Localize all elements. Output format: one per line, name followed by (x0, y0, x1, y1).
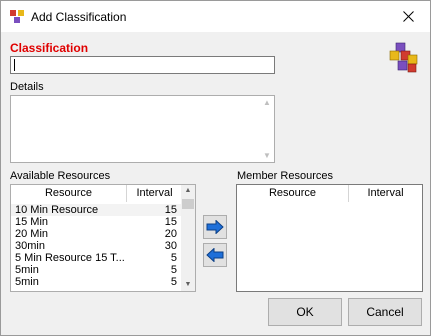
list-item[interactable]: 20 Min 20 (11, 228, 183, 240)
column-header-resource[interactable]: Resource (237, 185, 349, 202)
resource-name: 5min (15, 276, 39, 288)
scroll-up-icon: ▲ (263, 98, 271, 107)
resource-interval: 15 (164, 204, 177, 216)
resource-name: 30min (15, 240, 45, 252)
list-item[interactable]: 5min 5 (11, 264, 183, 276)
title-bar: Add Classification (1, 1, 430, 32)
list-item[interactable]: 15 Min 15 (11, 216, 183, 228)
resource-interval: 15 (164, 216, 177, 228)
add-classification-dialog: Add Classification Classification Detail… (0, 0, 431, 336)
list-item[interactable]: 10 Min Resource 15 (11, 204, 183, 216)
details-scrollbar[interactable]: ▲ ▼ (260, 96, 274, 162)
scroll-up-icon[interactable]: ▲ (181, 185, 195, 197)
app-cubes-icon (10, 10, 24, 23)
classification-input[interactable] (10, 56, 275, 74)
resource-interval: 30 (164, 240, 177, 252)
list-item[interactable]: 5min 5 (11, 276, 183, 288)
classification-cubes-icon (389, 42, 418, 73)
resource-interval: 5 (170, 264, 177, 276)
remove-member-button[interactable] (203, 243, 227, 267)
member-resources-label: Member Resources (237, 170, 333, 182)
window-title: Add Classification (31, 10, 127, 24)
add-member-button[interactable] (203, 215, 227, 239)
close-button[interactable] (386, 1, 430, 32)
text-caret (14, 59, 15, 71)
resource-name: 10 Min Resource (15, 204, 99, 216)
list-item[interactable]: 5 Min Resource 15 T... 5 (11, 252, 183, 264)
scroll-down-icon[interactable]: ▼ (181, 279, 195, 291)
arrow-left-icon (206, 248, 224, 262)
available-resources-list[interactable]: Resource Interval 10 Min Resource 15 15 … (10, 184, 196, 292)
scroll-thumb[interactable] (182, 199, 194, 209)
available-list-scrollbar[interactable]: ▲ ▼ (181, 185, 195, 291)
ok-button[interactable]: OK (268, 298, 342, 326)
resource-interval: 5 (170, 276, 177, 288)
resource-name: 5 Min Resource 15 T... (15, 252, 125, 264)
resource-name: 20 Min (15, 228, 49, 240)
cancel-button[interactable]: Cancel (348, 298, 422, 326)
details-label: Details (10, 81, 44, 93)
available-resources-label: Available Resources (10, 170, 111, 182)
column-header-interval[interactable]: Interval (127, 185, 183, 202)
column-header-interval[interactable]: Interval (349, 185, 422, 202)
arrow-right-icon (206, 220, 224, 234)
classification-label: Classification (10, 41, 89, 55)
resource-name: 5min (15, 264, 39, 276)
resource-interval: 20 (164, 228, 177, 240)
column-header-resource[interactable]: Resource (11, 185, 127, 202)
scroll-down-icon: ▼ (263, 151, 271, 160)
resource-name: 15 Min (15, 216, 49, 228)
member-resources-list[interactable]: Resource Interval (236, 184, 423, 292)
close-icon (402, 11, 414, 22)
resource-interval: 5 (170, 252, 177, 264)
details-textarea[interactable]: ▲ ▼ (10, 95, 275, 163)
list-item[interactable]: 30min 30 (11, 240, 183, 252)
